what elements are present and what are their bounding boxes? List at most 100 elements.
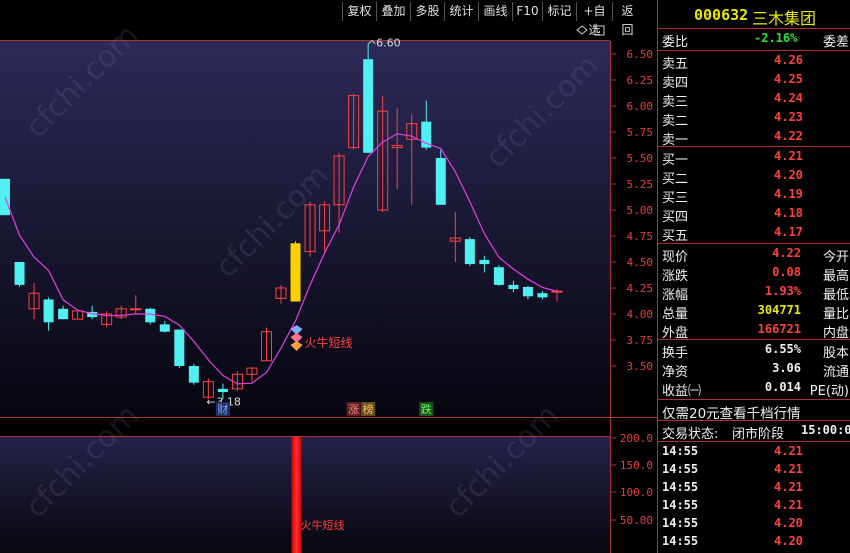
candle-body [145,308,156,323]
quote-label: 涨幅 [662,288,689,303]
ask-row: 卖一 4.22 [658,128,850,148]
level-price: 4.23 [774,110,803,124]
divider [658,243,850,244]
quote-value: 1.93% [764,284,801,298]
level-label: 买三 [662,191,689,206]
price-tick-label: 4.00 [627,308,654,321]
price-tick-label: 5.25 [627,178,654,191]
event-marker-label: 跌 [421,402,432,416]
tick-row: 14:55 4.20 [658,515,850,533]
ask-row: 卖三 4.24 [658,90,850,110]
price-tick-label: 6.25 [627,74,654,87]
candle-body [43,299,54,323]
promo-text[interactable]: 仅需20元查看千档行情 [662,402,801,422]
toolbar-button[interactable]: 标记 [542,2,576,21]
volume-tick-label: 100.0 [620,486,653,499]
stats-label2: PE(动) [809,384,849,399]
kline-chart-area[interactable]: 6.50 6.25 6.00 5.75 5.50 5.25 5.00 4.75 4.50 4.25… [0,18,657,553]
toolbar-button[interactable]: +自选 [576,2,612,37]
stats-row: 净资 3.06 流通 [658,360,850,380]
quote-label2: 今开 [822,250,849,265]
candle-body [217,388,228,392]
tick-time: 14:55 [662,534,699,548]
bid-row: 买一 4.21 [658,148,850,168]
stock-name: 三木集团 [752,9,817,28]
price-tick-label: 6.00 [627,100,654,113]
high-price-label: 6.60 [376,37,401,50]
price-tick-label: 6.50 [627,48,654,61]
toolbar-button[interactable]: 复权 [342,2,376,21]
ask-row: 卖二 4.23 [658,109,850,129]
promo-row[interactable]: 仅需20元查看千档行情 [658,401,850,422]
level-price: 4.18 [774,206,803,220]
divider [658,339,850,340]
candle-body [188,366,199,383]
volume-bar [291,437,302,553]
bid-row: 买二 4.20 [658,167,850,187]
signal-label: 火牛短线 [305,335,353,350]
divider [658,146,850,147]
stats-label2: 股本 [822,346,849,361]
trade-status-label: 交易状态: [662,427,719,442]
tick-price: 4.21 [774,462,803,476]
volume-tick-label: 150.0 [620,459,653,472]
quote-label2: 量比 [822,307,849,322]
quote-value: 166721 [757,322,801,336]
order-ratio-value: -2.16% [754,31,798,45]
candle-body [508,284,519,290]
toolbar-button[interactable]: 叠加 [376,2,410,21]
level-price: 4.25 [774,72,803,86]
quote-label: 现价 [662,250,689,265]
stock-header: 000632 三木集团 [658,5,850,28]
volume-tick-label: 200.0 [620,432,653,445]
divider [658,420,850,421]
stats-row: 收益㈠ 0.014 PE(动) [658,379,850,399]
toolbar-button[interactable]: 统计 [444,2,478,21]
divider [658,399,850,400]
quote-row: 总量 304771 量比 [658,302,850,322]
chart-toolbar: 复权 叠加 多股 统计 画线 F10 标记 +自选 返回 [0,0,657,37]
price-tick-label: 3.75 [627,334,654,347]
candle-body [174,329,185,366]
level-label: 卖五 [662,57,689,72]
tick-row: 14:55 4.21 [658,497,850,515]
level-price: 4.26 [774,53,803,67]
candle-body [479,259,490,265]
toolbar-button[interactable]: 画线 [478,2,512,21]
quote-row: 涨跌 0.08 最高 [658,264,850,284]
quote-row: 涨幅 1.93% 最低 [658,283,850,303]
event-marker-label: 财 [217,402,228,416]
level-label: 买四 [662,210,689,225]
tick-row: 14:55 4.21 [658,461,850,479]
toolbar-button[interactable]: F10 [512,2,542,21]
event-marker-label: 涨 [348,403,359,416]
price-tick-label: 4.50 [627,256,654,269]
tick-price: 4.21 [774,444,803,458]
stats-label: 换手 [662,346,689,361]
price-tick-label: 5.50 [627,152,654,165]
stats-value: 0.014 [764,380,801,394]
tick-row: 14:55 4.21 [658,443,850,461]
quote-label2: 最高 [822,269,849,284]
level-label: 卖二 [662,114,689,129]
order-ratio-label: 委比 [662,35,689,50]
level-price: 4.21 [774,149,803,163]
candle-body [159,324,170,332]
divider [658,28,850,29]
volume-signal-label: 火牛短线 [301,518,345,532]
candle-body [537,293,548,298]
stock-code: 000632 [694,6,749,24]
price-tick-label: 5.00 [627,204,654,217]
ask-row: 卖五 4.26 [658,52,850,72]
tick-time: 14:55 [662,444,699,458]
toolbar-button[interactable]: 多股 [410,2,444,21]
toolbar-button[interactable]: 返回 [612,2,642,37]
stats-row: 换手 6.55% 股本 [658,341,850,361]
price-tick-label: 3.50 [627,360,654,373]
candle-body [464,239,475,265]
candle-body [493,267,504,285]
quote-panel: 000632 三木集团 委比 -2.16% 委差 卖五 4.26 卖四 4.25 卖三 4… [657,0,850,553]
level-label: 卖四 [662,76,689,91]
level-price: 4.19 [774,187,803,201]
tick-price: 4.21 [774,480,803,494]
